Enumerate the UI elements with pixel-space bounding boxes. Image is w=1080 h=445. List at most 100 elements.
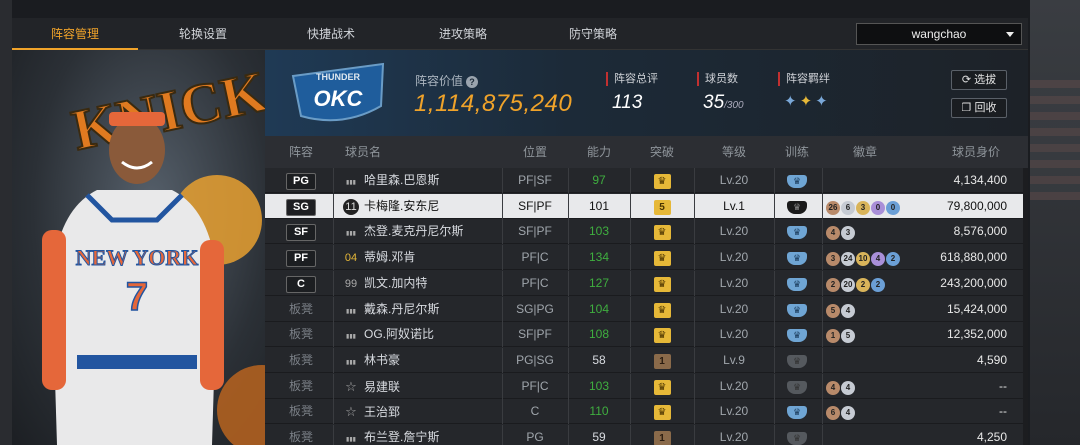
slot-cell[interactable]: PF <box>273 245 329 270</box>
table-row[interactable]: C 99 凯文.加内特 PF|C 127 ♛ Lv.20 ♛ 2 20 2 2 243,… <box>265 270 1028 296</box>
col-value[interactable]: 球员身价 <box>945 136 1007 168</box>
star-icon: ☆ <box>345 404 357 420</box>
break-cell[interactable]: ♛ <box>630 219 694 244</box>
col-train[interactable]: 训练 <box>774 136 820 168</box>
break-cell[interactable]: ♛ <box>630 271 694 296</box>
table-row[interactable]: 板凳 ▮▮▮ 布兰登.詹宁斯 PG 59 1 Lv.20 ♛ 4,250 <box>265 425 1028 445</box>
player-name: 杰登.麦克丹尼尔斯 <box>364 224 464 239</box>
break-cell[interactable]: ♛ <box>630 245 694 270</box>
table-row[interactable]: SF ▮▮▮ 杰登.麦克丹尼尔斯 SF|PF 103 ♛ Lv.20 ♛ 43 8… <box>265 219 1028 245</box>
train-cell[interactable]: ♛ <box>774 348 820 373</box>
col-slot[interactable]: 阵容 <box>273 136 329 168</box>
scrollbar[interactable] <box>1023 168 1028 445</box>
player-name-cell[interactable]: ▮▮▮ 布兰登.詹宁斯 <box>343 425 503 445</box>
train-shield-icon[interactable]: ♛ <box>787 406 807 420</box>
table-row[interactable]: SG 11 卡梅隆.安东尼 SF|PF 101 5 Lv.1 ♛ 26 6 3 0 0 7… <box>265 193 1028 219</box>
break-cell[interactable]: ♛ <box>630 399 694 424</box>
tab-offense[interactable]: 进攻策略 <box>400 18 526 50</box>
tab-rotation[interactable]: 轮换设置 <box>140 18 266 50</box>
train-shield-icon[interactable]: ♛ <box>787 432 807 445</box>
break-cell[interactable]: ♛ <box>630 297 694 322</box>
help-icon[interactable]: ? <box>466 75 479 88</box>
bond-icons[interactable]: ✦ ✦ ✦ <box>784 92 828 110</box>
train-cell[interactable]: ♛ <box>774 374 820 399</box>
table-row[interactable]: 板凳 ▮▮▮ 林书豪 PG|SG 58 1 Lv.9 ♛ 4,590 <box>265 347 1028 373</box>
break-level: 1 <box>653 431 671 445</box>
train-shield-icon[interactable]: ♛ <box>787 329 807 343</box>
player-name-cell[interactable]: ☆ 易建联 <box>343 374 503 399</box>
train-cell[interactable]: ♛ <box>774 194 820 219</box>
slot-cell[interactable]: 板凳 <box>273 399 329 424</box>
train-cell[interactable]: ♛ <box>774 322 820 347</box>
player-name-cell[interactable]: ▮▮▮ 戴森.丹尼尔斯 <box>343 297 503 322</box>
train-shield-icon[interactable]: ♛ <box>787 277 807 291</box>
slot-cell[interactable]: SF <box>273 219 329 244</box>
user-name: wangchao <box>911 27 967 41</box>
col-level[interactable]: 等级 <box>694 136 774 168</box>
table-row[interactable]: PF 04 蒂姆.邓肯 PF|C 134 ♛ Lv.20 ♛ 3 24 10 4 2 61… <box>265 245 1028 271</box>
tab-lineup[interactable]: 阵容管理 <box>12 18 138 50</box>
player-name: 戴森.丹尼尔斯 <box>364 301 440 316</box>
tab-defense[interactable]: 防守策略 <box>530 18 656 50</box>
col-break[interactable]: 突破 <box>630 136 694 168</box>
badge-icon: 3 <box>826 252 840 267</box>
player-value: 12,352,000 <box>946 327 1007 342</box>
player-name-cell[interactable]: ▮▮▮ 林书豪 <box>343 348 503 373</box>
table-row[interactable]: 板凳 ▮▮▮ OG.阿奴诺比 SF|PF 108 ♛ Lv.20 ♛ 15 12,… <box>265 322 1028 348</box>
slot-cell[interactable]: 板凳 <box>273 322 329 347</box>
col-position[interactable]: 位置 <box>502 136 568 168</box>
train-cell[interactable]: ♛ <box>774 245 820 270</box>
break-cell[interactable]: ♛ <box>630 168 694 193</box>
badge-icon: 20 <box>841 277 855 292</box>
train-cell[interactable]: ♛ <box>774 399 820 424</box>
filter-button[interactable]: ⟳ 选拔 <box>951 70 1007 90</box>
train-shield-icon[interactable]: ♛ <box>787 175 807 188</box>
tab-quick-tactics[interactable]: 快捷战术 <box>268 18 394 50</box>
player-name: 易建联 <box>364 379 401 394</box>
col-ability[interactable]: 能力 <box>568 136 630 168</box>
slot-cell[interactable]: 板凳 <box>273 374 329 399</box>
player-name-cell[interactable]: 04 蒂姆.邓肯 <box>343 245 503 270</box>
player-name-cell[interactable]: ▮▮▮ OG.阿奴诺比 <box>343 322 503 347</box>
player-name-cell[interactable]: 99 凯文.加内特 <box>343 271 503 296</box>
player-name-cell[interactable]: ▮▮▮ 杰登.麦克丹尼尔斯 <box>343 219 503 244</box>
signal-icon: ▮▮▮ <box>346 308 356 315</box>
break-cell[interactable]: 5 <box>630 194 694 219</box>
slot-cell[interactable]: PG <box>273 168 329 193</box>
train-cell[interactable]: ♛ <box>774 168 820 193</box>
player-value: 15,424,000 <box>946 301 1007 316</box>
break-cell[interactable]: 1 <box>630 348 694 373</box>
col-name[interactable]: 球员名 <box>343 136 383 168</box>
train-shield-icon[interactable]: ♛ <box>787 226 807 240</box>
table-row[interactable]: PG ▮▮▮ 哈里森.巴恩斯 PF|SF 97 ♛ Lv.20 ♛ 4,134,4… <box>265 168 1028 193</box>
slot-cell[interactable]: SG <box>273 194 329 219</box>
col-badges[interactable]: 徽章 <box>845 136 885 168</box>
train-shield-icon[interactable]: ♛ <box>787 252 807 266</box>
train-cell[interactable]: ♛ <box>774 297 820 322</box>
break-cell[interactable]: 1 <box>630 425 694 445</box>
player-name-cell[interactable]: 11 卡梅隆.安东尼 <box>343 194 503 219</box>
break-cell[interactable]: ♛ <box>630 374 694 399</box>
train-shield-icon[interactable]: ♛ <box>787 303 807 317</box>
train-cell[interactable]: ♛ <box>774 271 820 296</box>
table-row[interactable]: 板凳 ▮▮▮ 戴森.丹尼尔斯 SG|PG 104 ♛ Lv.20 ♛ 54 15,… <box>265 296 1028 322</box>
slot-cell[interactable]: 板凳 <box>273 425 329 445</box>
badge-icon: 1 <box>826 329 840 344</box>
break-cell[interactable]: ♛ <box>630 322 694 347</box>
train-cell[interactable]: ♛ <box>774 219 820 244</box>
player-value: -- <box>999 378 1007 393</box>
player-poster: KNICKS NEW YORK 7 <box>12 50 265 445</box>
train-shield-icon[interactable]: ♛ <box>787 354 807 368</box>
table-row[interactable]: 板凳 ☆ 王治郅 C 110 ♛ Lv.20 ♛ 64 -- <box>265 399 1028 425</box>
train-cell[interactable]: ♛ <box>774 425 820 445</box>
train-shield-icon[interactable]: ♛ <box>787 200 807 214</box>
player-name-cell[interactable]: ▮▮▮ 哈里森.巴恩斯 <box>343 168 503 193</box>
slot-cell[interactable]: 板凳 <box>273 348 329 373</box>
slot-cell[interactable]: 板凳 <box>273 297 329 322</box>
train-shield-icon[interactable]: ♛ <box>787 380 807 394</box>
player-name-cell[interactable]: ☆ 王治郅 <box>343 399 503 424</box>
recycle-button[interactable]: ❐ 回收 <box>951 98 1007 118</box>
user-dropdown[interactable]: wangchao <box>856 23 1022 45</box>
table-row[interactable]: 板凳 ☆ 易建联 PF|C 103 ♛ Lv.20 ♛ 44 -- <box>265 373 1028 399</box>
slot-cell[interactable]: C <box>273 271 329 296</box>
